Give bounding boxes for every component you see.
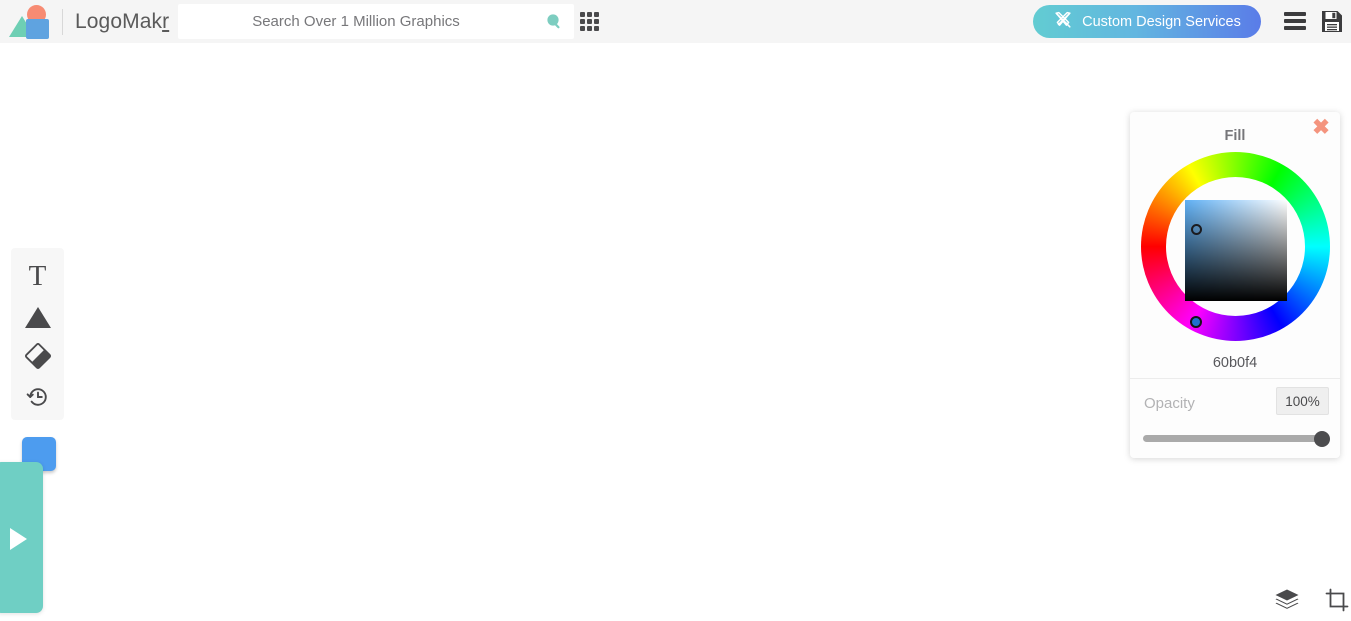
custom-design-services-label: Custom Design Services bbox=[1082, 13, 1241, 30]
saturation-value-square[interactable] bbox=[1185, 200, 1287, 301]
hamburger-line bbox=[1284, 26, 1306, 30]
graphics-drawer[interactable] bbox=[0, 462, 43, 613]
opacity-slider-thumb[interactable] bbox=[1314, 431, 1330, 447]
grid-dot bbox=[594, 26, 599, 31]
opacity-input[interactable] bbox=[1276, 387, 1329, 415]
search-bar[interactable] bbox=[178, 4, 574, 39]
play-arrow-expand-icon bbox=[10, 528, 27, 550]
search-input[interactable] bbox=[178, 5, 534, 38]
saturation-value-marker[interactable] bbox=[1191, 224, 1202, 235]
floppy-disk-save-icon[interactable] bbox=[1320, 9, 1344, 39]
opacity-slider-track[interactable] bbox=[1143, 435, 1327, 442]
grid-dot bbox=[587, 26, 592, 31]
shape-tool[interactable] bbox=[11, 297, 64, 338]
opacity-slider[interactable] bbox=[1130, 428, 1340, 450]
logo-square-icon bbox=[26, 18, 49, 39]
brand[interactable]: LogoMakr bbox=[0, 0, 169, 43]
grid-dot bbox=[580, 26, 585, 31]
hamburger-line bbox=[1284, 19, 1306, 23]
brand-name-accent: r bbox=[162, 9, 170, 33]
hue-ring-marker[interactable] bbox=[1190, 316, 1202, 328]
fill-tool[interactable] bbox=[11, 338, 64, 379]
brand-name-main: LogoMak bbox=[75, 9, 163, 33]
custom-design-services-button[interactable]: Custom Design Services bbox=[1033, 5, 1261, 38]
grid-dot bbox=[587, 12, 592, 17]
hamburger-menu-icon[interactable] bbox=[1284, 12, 1306, 30]
grid-dot bbox=[594, 12, 599, 17]
fill-panel-title: Fill bbox=[1224, 128, 1246, 144]
history-tool[interactable] bbox=[11, 379, 64, 420]
close-x-icon[interactable]: ✖ bbox=[1310, 116, 1332, 138]
search-icon[interactable] bbox=[534, 4, 574, 39]
text-tool[interactable]: T bbox=[11, 256, 64, 297]
opacity-row: Opacity bbox=[1130, 384, 1340, 426]
app-header: LogoMakr Search Over 1 Million Graphics … bbox=[0, 0, 1351, 43]
triangle-shape-icon bbox=[24, 307, 51, 328]
grid-dot bbox=[580, 12, 585, 17]
brand-name: LogoMakr bbox=[75, 10, 169, 34]
apps-grid-icon[interactable] bbox=[580, 12, 599, 31]
text-T-icon: T bbox=[28, 260, 47, 292]
logomakr-app: LogoMakr Search Over 1 Million Graphics … bbox=[0, 0, 1351, 621]
hex-value: 60b0f4 bbox=[1212, 355, 1258, 371]
hamburger-line bbox=[1284, 12, 1306, 16]
history-clock-icon bbox=[25, 384, 51, 415]
grid-dot bbox=[594, 19, 599, 24]
grid-dot bbox=[580, 19, 585, 24]
brand-divider bbox=[62, 8, 63, 35]
paint-fill-icon bbox=[24, 342, 52, 375]
sv-black-gradient bbox=[1185, 200, 1287, 301]
canvas-footer-tools bbox=[1274, 588, 1349, 617]
crossed-pencil-ruler-icon bbox=[1053, 10, 1073, 34]
panel-divider bbox=[1130, 378, 1340, 379]
left-toolbar: T bbox=[11, 248, 64, 420]
crop-icon[interactable] bbox=[1325, 588, 1349, 617]
grid-dot bbox=[587, 19, 592, 24]
opacity-label: Opacity bbox=[1144, 395, 1195, 412]
logomakr-shapes-logo bbox=[8, 4, 56, 40]
layers-icon[interactable] bbox=[1274, 588, 1300, 617]
